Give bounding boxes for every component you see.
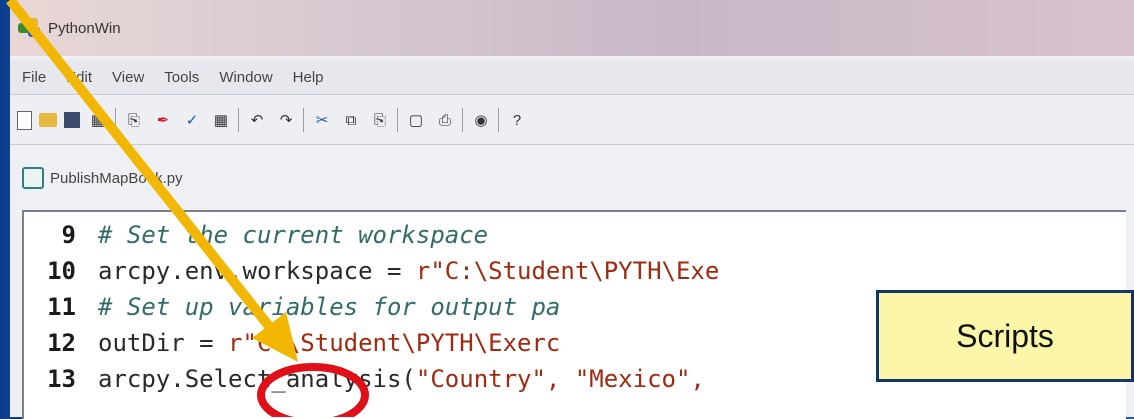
toolbar-separator [238, 108, 239, 132]
code-string: "Country", "Mexico", [415, 365, 705, 393]
document-tab[interactable]: PublishMapBook.py [22, 160, 183, 196]
menu-tools[interactable]: Tools [164, 69, 199, 86]
line-number: 12 [47, 329, 76, 357]
new-document-icon[interactable] [17, 110, 32, 130]
menu-edit[interactable]: Edit [66, 69, 92, 86]
code-string: r"C:\Student\PYTH\Exe [415, 257, 720, 285]
grid-icon[interactable]: ▦ [210, 109, 232, 131]
window-title: PythonWin [48, 19, 121, 37]
menu-help[interactable]: Help [293, 69, 324, 86]
print-preview-icon[interactable]: ▢ [405, 109, 427, 131]
toolbar-separator [498, 108, 499, 132]
menu-bar: File Edit View Tools Window Help [10, 60, 1134, 95]
document-tab-label: PublishMapBook.py [50, 169, 183, 187]
line-number: 9 [61, 221, 76, 249]
paste-clip-icon[interactable]: ⎘ [369, 109, 391, 131]
toolbar-separator [303, 108, 304, 132]
undo-icon[interactable]: ↶ [246, 109, 268, 131]
code-text: outDir = [98, 329, 229, 357]
menu-view[interactable]: View [112, 69, 144, 86]
copy-icon[interactable]: ⧉ [340, 109, 362, 131]
toolbar-separator [462, 108, 463, 132]
paste-icon[interactable]: ⎘ [123, 109, 145, 131]
code-line-10: 10 arcpy.env.workspace = r"C:\Student\PY… [24, 256, 719, 286]
line-number: 13 [47, 365, 76, 393]
menu-window[interactable]: Window [219, 69, 272, 86]
toolbar-separator [397, 108, 398, 132]
print-icon[interactable]: ⎙ [434, 109, 456, 131]
open-folder-icon[interactable] [39, 113, 57, 127]
line-number: 11 [47, 293, 76, 321]
python-file-icon [22, 167, 44, 189]
code-line-9: 9 # Set the current workspace [24, 220, 489, 250]
code-text: arcpy.Select_analysis( [98, 365, 416, 393]
help-icon[interactable]: ? [506, 109, 528, 131]
pythonwin-icon [18, 18, 42, 38]
save-icon[interactable] [64, 112, 80, 128]
brush-icon[interactable]: ✒ [152, 109, 174, 131]
code-line-11: 11 # Set up variables for output pa [24, 292, 560, 322]
title-bar: PythonWin [10, 0, 1134, 56]
code-line-12: 12 outDir = r"C:\Student\PYTH\Exerc [24, 328, 560, 358]
save-all-icon[interactable]: ▦ [87, 109, 109, 131]
code-comment: # Set the current workspace [98, 221, 489, 249]
scripts-callout: Scripts [876, 290, 1134, 382]
toolbar: ▦ ⎘ ✒ ✓ ▦ ↶ ↷ ✂ ⧉ ⎘ ▢ ⎙ ◉ ? [10, 96, 1134, 145]
code-line-13: 13 arcpy.Select_analysis("Country", "Mex… [24, 364, 705, 394]
menu-file[interactable]: File [22, 69, 46, 86]
redo-icon[interactable]: ↷ [275, 109, 297, 131]
python-icon[interactable]: ◉ [470, 109, 492, 131]
code-string: r"C:\Student\PYTH\Exerc [228, 329, 561, 357]
callout-label: Scripts [956, 317, 1054, 354]
cut-icon[interactable]: ✂ [311, 109, 333, 131]
line-number: 10 [47, 257, 76, 285]
check-icon[interactable]: ✓ [181, 109, 203, 131]
code-text: arcpy.env.workspace = [98, 257, 416, 285]
code-comment: # Set up variables for output pa [98, 293, 561, 321]
toolbar-separator [115, 108, 116, 132]
